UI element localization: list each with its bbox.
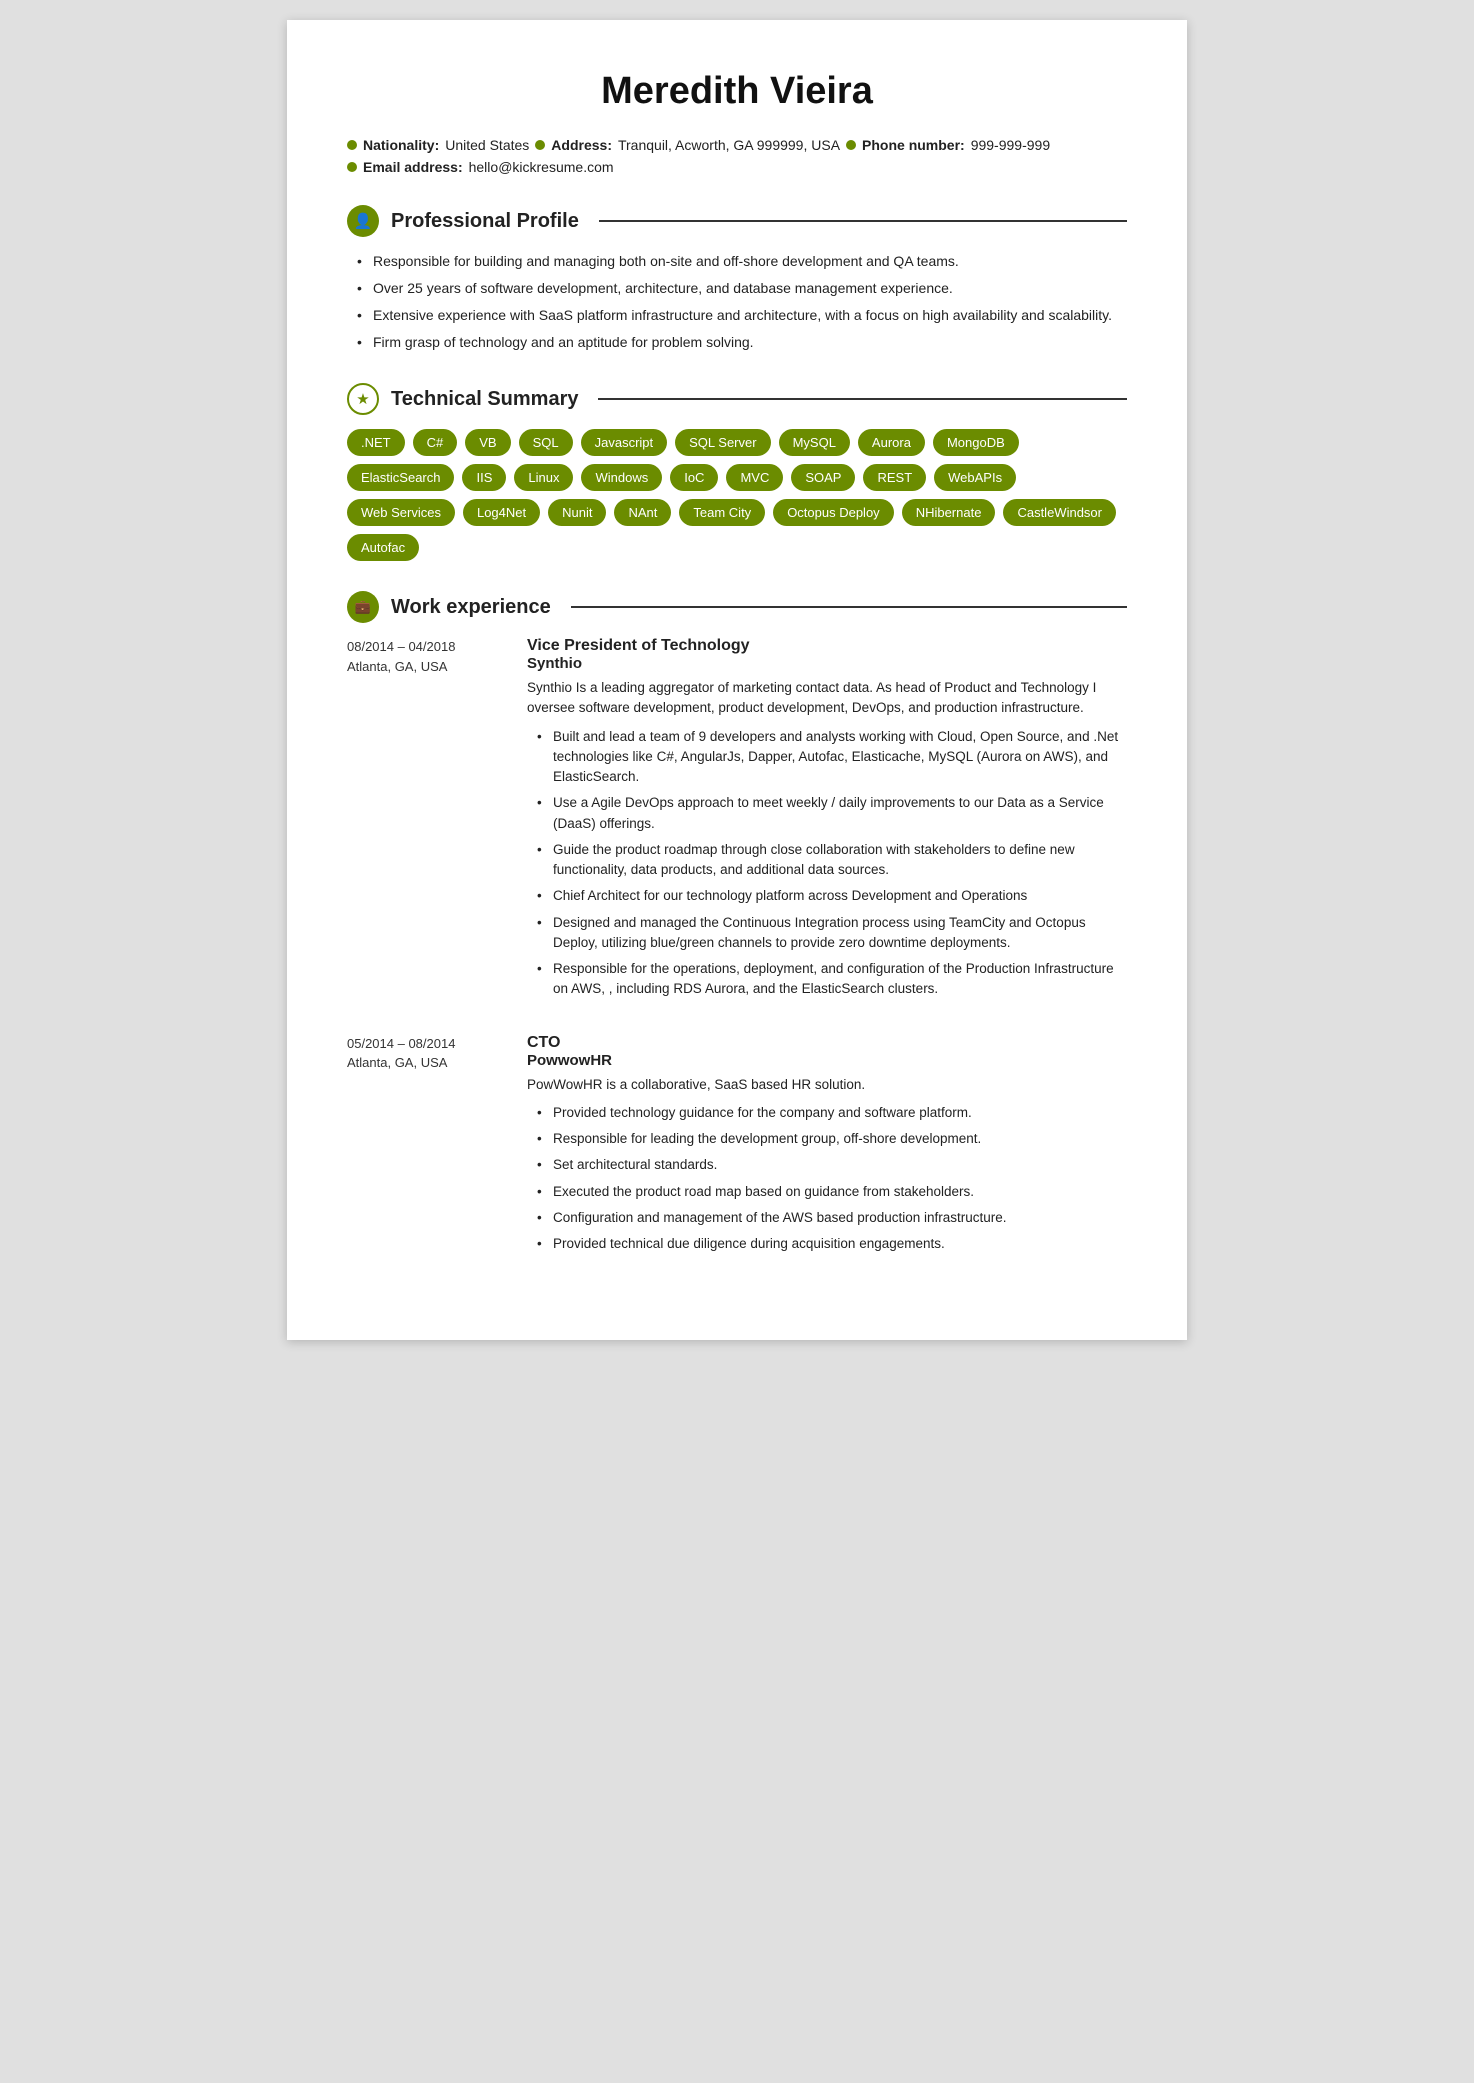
work-bullet: Use a Agile DevOps approach to meet week… xyxy=(537,793,1127,834)
work-job-title: Vice President of Technology xyxy=(527,637,1127,655)
phone-value: 999-999-999 xyxy=(971,137,1050,153)
work-bullet: Chief Architect for our technology platf… xyxy=(537,886,1127,906)
skill-tag: CastleWindsor xyxy=(1003,499,1116,526)
section-divider xyxy=(571,606,1127,608)
skill-tag: Web Services xyxy=(347,499,455,526)
dot-icon xyxy=(347,140,357,150)
skill-tag: Autofac xyxy=(347,534,419,561)
skill-tag: SQL xyxy=(519,429,573,456)
work-company: PowwowHR xyxy=(527,1052,1127,1069)
skill-tag: Linux xyxy=(514,464,573,491)
work-entry: 08/2014 – 04/2018Atlanta, GA, USAVice Pr… xyxy=(347,637,1127,1006)
section-header-work: 💼 Work experience xyxy=(347,591,1127,623)
section-title-work: Work experience xyxy=(391,596,551,619)
work-description: PowWowHR is a collaborative, SaaS based … xyxy=(527,1075,1127,1095)
skill-tag: IoC xyxy=(670,464,718,491)
skill-tag: ElasticSearch xyxy=(347,464,454,491)
email-label: Email address: xyxy=(363,159,463,175)
skill-tag: Javascript xyxy=(581,429,668,456)
work-bullet: Designed and managed the Continuous Inte… xyxy=(537,913,1127,954)
technical-summary-section: ★ Technical Summary .NET C# VB SQL Javascrip… xyxy=(347,383,1127,561)
skill-tag: C# xyxy=(413,429,458,456)
skill-tag: Nunit xyxy=(548,499,606,526)
dot-icon xyxy=(535,140,545,150)
profile-bullet-3: Extensive experience with SaaS platform … xyxy=(357,305,1127,326)
tags-container: .NET C# VB SQL Javascript SQL Server MySQL Auro… xyxy=(347,429,1127,561)
skill-tag: SOAP xyxy=(791,464,855,491)
work-bullet: Built and lead a team of 9 developers an… xyxy=(537,727,1127,788)
star-icon: ★ xyxy=(347,383,379,415)
profile-bullet-1: Responsible for building and managing bo… xyxy=(357,251,1127,272)
dot-icon xyxy=(347,162,357,172)
contact-row-2: Email address: hello@kickresume.com xyxy=(347,159,1127,175)
skill-tag: MongoDB xyxy=(933,429,1019,456)
work-bullet: Set architectural standards. xyxy=(537,1155,1127,1175)
work-entry: 05/2014 – 08/2014Atlanta, GA, USACTOPoww… xyxy=(347,1034,1127,1261)
work-content: CTOPowwowHR PowWowHR is a collaborative, … xyxy=(527,1034,1127,1261)
resume-document: Meredith Vieira Nationality: United Stat… xyxy=(287,20,1187,1340)
work-bullet: Provided technical due diligence during … xyxy=(537,1234,1127,1254)
skill-tag: SQL Server xyxy=(675,429,770,456)
skill-tag: VB xyxy=(465,429,510,456)
section-title-profile: Professional Profile xyxy=(391,210,579,233)
work-bullet: Responsible for leading the development … xyxy=(537,1129,1127,1149)
work-description: Synthio Is a leading aggregator of marke… xyxy=(527,678,1127,719)
work-company: Synthio xyxy=(527,655,1127,672)
section-divider xyxy=(599,220,1127,222)
work-bullet: Executed the product road map based on g… xyxy=(537,1182,1127,1202)
section-divider xyxy=(598,398,1127,400)
professional-profile-section: 👤 Professional Profile Responsible for b… xyxy=(347,205,1127,353)
skill-tag: Octopus Deploy xyxy=(773,499,894,526)
skill-tag: IIS xyxy=(462,464,506,491)
skill-tag: MySQL xyxy=(779,429,850,456)
work-date: 08/2014 – 04/2018Atlanta, GA, USA xyxy=(347,637,497,1006)
address-value: Tranquil, Acworth, GA 999999, USA xyxy=(618,137,840,153)
skill-tag: Aurora xyxy=(858,429,925,456)
skill-tag: NHibernate xyxy=(902,499,996,526)
candidate-name: Meredith Vieira xyxy=(347,70,1127,113)
work-experience-section: 💼 Work experience 08/2014 – 04/2018Atlan… xyxy=(347,591,1127,1260)
person-icon: 👤 xyxy=(347,205,379,237)
skill-tag: Log4Net xyxy=(463,499,540,526)
contact-info: Nationality: United States Address: Tran… xyxy=(347,137,1127,175)
contact-row-1: Nationality: United States Address: Tran… xyxy=(347,137,1127,153)
work-bullet: Guide the product roadmap through close … xyxy=(537,840,1127,881)
skill-tag: .NET xyxy=(347,429,405,456)
section-title-tech: Technical Summary xyxy=(391,388,578,411)
work-bullet: Provided technology guidance for the com… xyxy=(537,1103,1127,1123)
address-label: Address: xyxy=(551,137,612,153)
work-content: Vice President of TechnologySynthio Synth… xyxy=(527,637,1127,1006)
email-value: hello@kickresume.com xyxy=(469,159,614,175)
work-entries: 08/2014 – 04/2018Atlanta, GA, USAVice Pr… xyxy=(347,637,1127,1260)
skill-tag: REST xyxy=(863,464,926,491)
work-date: 05/2014 – 08/2014Atlanta, GA, USA xyxy=(347,1034,497,1261)
skill-tag: Team City xyxy=(679,499,765,526)
skill-tag: NAnt xyxy=(614,499,671,526)
work-bullet: Configuration and management of the AWS … xyxy=(537,1208,1127,1228)
work-bullets-list: Provided technology guidance for the com… xyxy=(527,1103,1127,1255)
dot-icon xyxy=(846,140,856,150)
skill-tag: Windows xyxy=(581,464,662,491)
section-header-tech: ★ Technical Summary xyxy=(347,383,1127,415)
profile-bullet-4: Firm grasp of technology and an aptitude… xyxy=(357,332,1127,353)
work-bullet: Responsible for the operations, deployme… xyxy=(537,959,1127,1000)
profile-bullets-list: Responsible for building and managing bo… xyxy=(347,251,1127,353)
section-header-profile: 👤 Professional Profile xyxy=(347,205,1127,237)
briefcase-icon: 💼 xyxy=(347,591,379,623)
work-bullets-list: Built and lead a team of 9 developers an… xyxy=(527,727,1127,1000)
profile-bullet-2: Over 25 years of software development, a… xyxy=(357,278,1127,299)
skill-tag: MVC xyxy=(726,464,783,491)
nationality-value: United States xyxy=(445,137,529,153)
nationality-label: Nationality: xyxy=(363,137,439,153)
phone-label: Phone number: xyxy=(862,137,965,153)
work-job-title: CTO xyxy=(527,1034,1127,1052)
skill-tag: WebAPIs xyxy=(934,464,1016,491)
